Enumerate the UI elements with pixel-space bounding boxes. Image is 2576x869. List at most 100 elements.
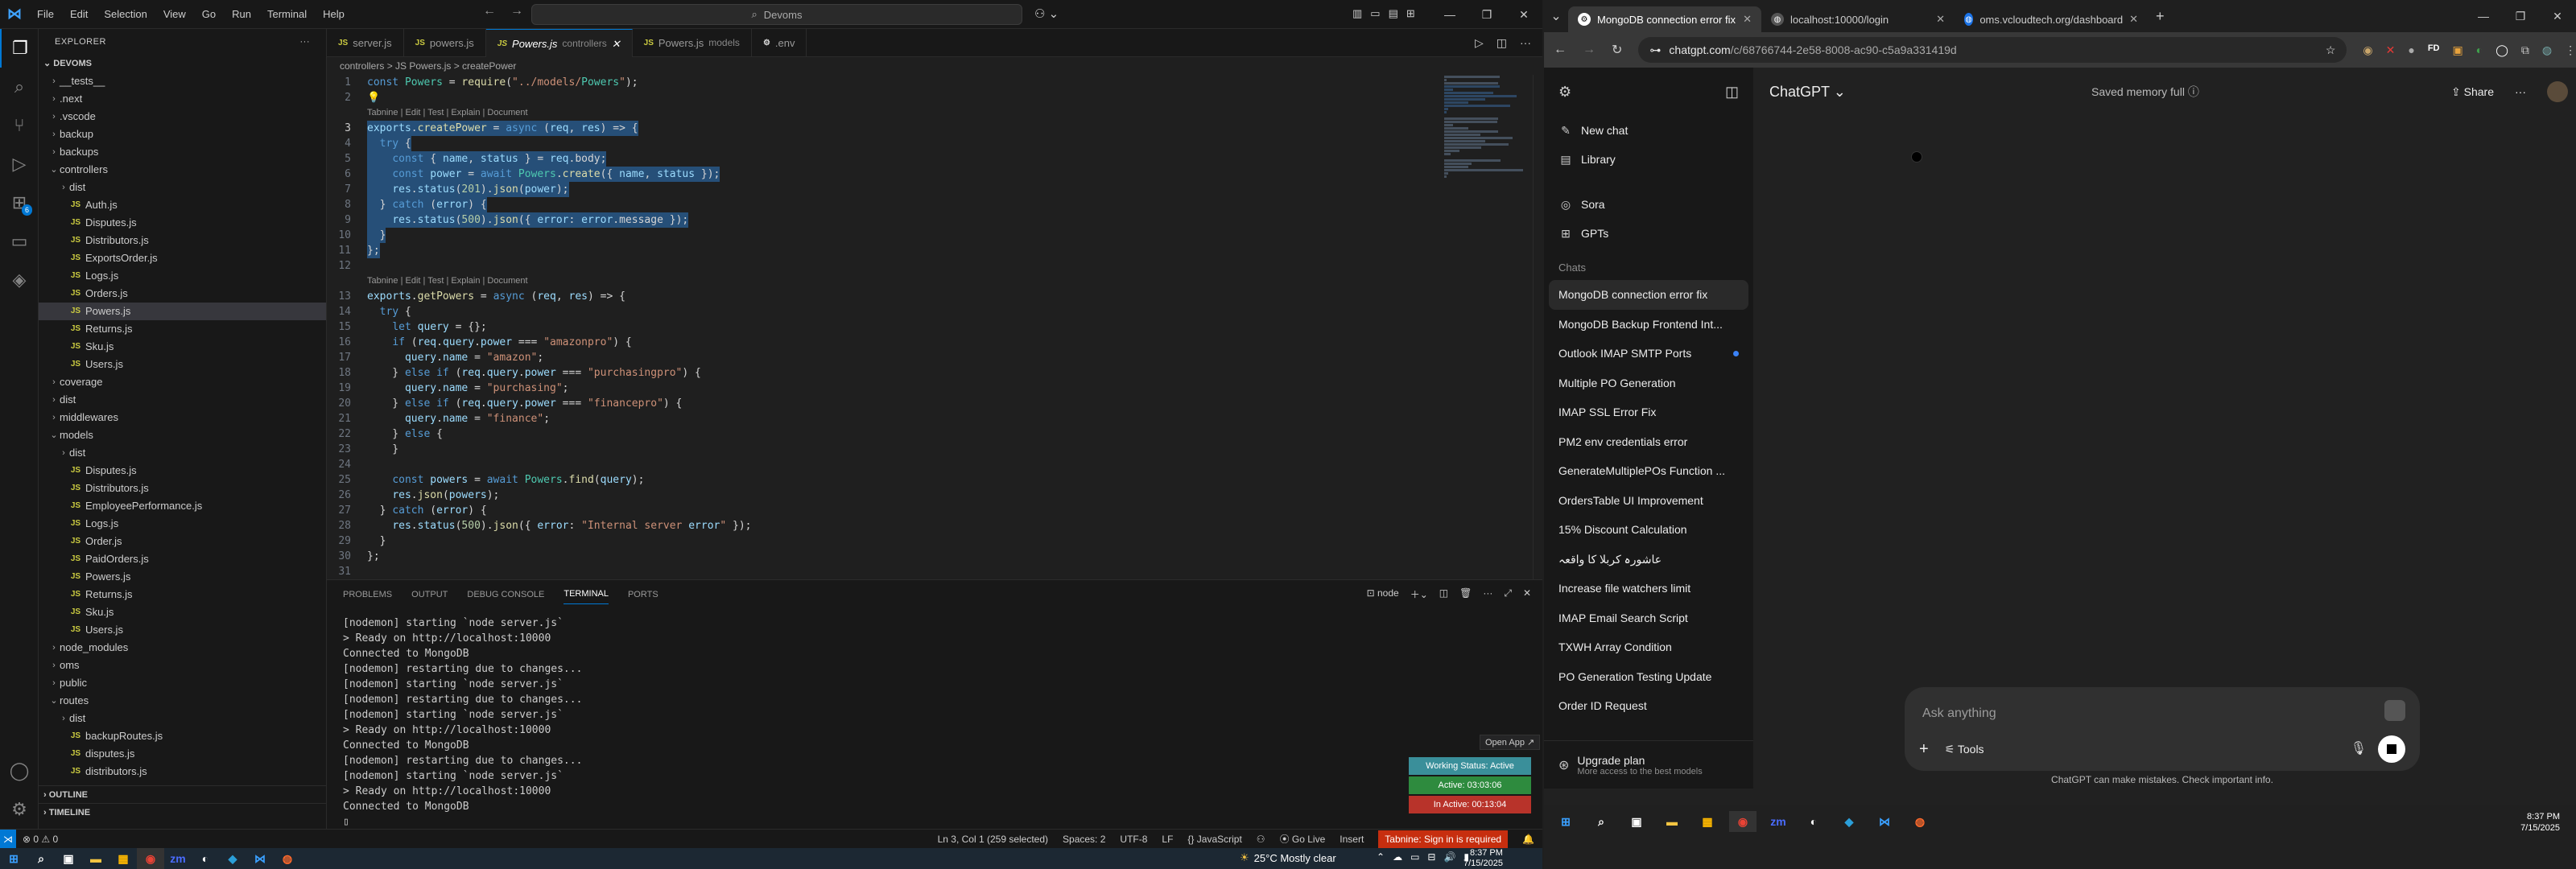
new-tab-button[interactable]: + bbox=[2148, 8, 2173, 25]
codelens[interactable]: Tabnine | Edit | Test | Explain | Docume… bbox=[327, 105, 1438, 121]
editor-tab[interactable]: JS Powers.js controllers ✕ bbox=[485, 29, 633, 58]
windows-start-icon[interactable]: ⊞ bbox=[0, 848, 27, 869]
maximize-panel-icon[interactable]: ⤢ bbox=[1504, 587, 1512, 601]
source-control-icon[interactable]: ⑂ bbox=[0, 106, 39, 145]
app-icon[interactable]: ◐ bbox=[1800, 811, 1827, 832]
chat-history-item[interactable]: عاشورہ کربلا کا واقعہ bbox=[1544, 545, 1753, 575]
folder-item[interactable]: › dist bbox=[39, 444, 326, 462]
panel-tab-problems[interactable]: PROBLEMS bbox=[343, 590, 392, 599]
attachment-preview-icon[interactable] bbox=[2384, 700, 2405, 721]
maximize-icon[interactable]: ❐ bbox=[2502, 10, 2539, 23]
extension-icon[interactable]: ◯ bbox=[2496, 43, 2508, 57]
sidebar-item-gpts[interactable]: ⊞ GPTs bbox=[1544, 219, 1753, 248]
tabnine-icon[interactable]: ◈ bbox=[0, 261, 39, 299]
app-icon-2[interactable]: ◆ bbox=[1835, 811, 1863, 832]
kill-terminal-icon[interactable]: 🗑 bbox=[1459, 587, 1472, 601]
command-center-search[interactable]: ⌕ Devoms bbox=[531, 4, 1022, 25]
chat-history-item[interactable]: GenerateMultiplePOs Function ... bbox=[1544, 456, 1753, 486]
encoding[interactable]: UTF-8 bbox=[1120, 834, 1147, 845]
search-icon[interactable]: ⌕ bbox=[27, 848, 55, 869]
close-icon[interactable]: ✕ bbox=[2539, 10, 2576, 23]
prompt-input[interactable]: Ask anything bbox=[1922, 706, 1996, 721]
folder-item[interactable]: › middlewares bbox=[39, 409, 326, 426]
close-tab-icon[interactable]: ✕ bbox=[612, 30, 621, 58]
file-item[interactable]: JS EmployeePerformance.js bbox=[39, 497, 326, 515]
toggle-secondary-sidebar-icon[interactable]: ▤ bbox=[1389, 7, 1398, 20]
folder-item[interactable]: › backups bbox=[39, 143, 326, 161]
file-explorer-icon[interactable]: ▬ bbox=[82, 848, 109, 869]
editor-tab[interactable]: JS server.js bbox=[327, 29, 404, 57]
vscode-taskbar-icon[interactable]: ⋈ bbox=[246, 848, 274, 869]
file-item[interactable]: JS Auth.js bbox=[39, 196, 326, 214]
vscode-taskbar-icon[interactable]: ⋈ bbox=[1871, 811, 1898, 832]
settings-gear-icon[interactable]: ⚙ bbox=[0, 790, 39, 829]
folder-item[interactable]: › .next bbox=[39, 90, 326, 108]
sidebar-item-library[interactable]: ▤ Library bbox=[1544, 145, 1753, 174]
notifications-icon[interactable]: 🔔 bbox=[1522, 834, 1534, 845]
search-icon[interactable]: ⌕ bbox=[0, 68, 39, 106]
code-editor[interactable]: 1 const Powers = require("../models/Power… bbox=[327, 75, 1438, 579]
openai-logo-icon[interactable]: ⚙ bbox=[1558, 84, 1571, 101]
chrome-icon[interactable]: ◉ bbox=[137, 848, 164, 869]
codelens-actions[interactable]: Tabnine | Edit | Test | Explain | Docume… bbox=[367, 274, 528, 289]
app-icon-2[interactable]: ◆ bbox=[219, 848, 246, 869]
more-icon[interactable]: ··· bbox=[1483, 587, 1492, 601]
taskbar-clock[interactable]: 8:37 PM 7/15/2025 bbox=[2520, 811, 2560, 834]
panel-tab-terminal[interactable]: TERMINAL bbox=[564, 589, 609, 604]
sidebar-item-sora[interactable]: ◎ Sora bbox=[1544, 190, 1753, 219]
close-icon[interactable]: ✕ bbox=[1505, 0, 1542, 29]
menu-view[interactable]: View bbox=[155, 8, 194, 20]
browser-tab[interactable]: ◍ localhost:10000/login ✕ bbox=[1761, 6, 1955, 32]
minimize-icon[interactable]: — bbox=[2465, 10, 2502, 23]
split-editor-icon[interactable]: ◫ bbox=[1496, 36, 1507, 50]
indentation[interactable]: Spaces: 2 bbox=[1063, 834, 1105, 845]
folder-item[interactable]: › dist bbox=[39, 391, 326, 409]
chat-history-item[interactable]: IMAP SSL Error Fix bbox=[1544, 397, 1753, 427]
browser-tab[interactable]: ⚙ MongoDB connection error fix ✕ bbox=[1568, 6, 1761, 32]
profile-avatar[interactable]: ◍ bbox=[2542, 43, 2552, 57]
bookmark-star-icon[interactable]: ☆ bbox=[2326, 43, 2336, 57]
editor-scrollbar[interactable] bbox=[1533, 75, 1542, 579]
close-tab-icon[interactable]: ✕ bbox=[1743, 13, 1752, 26]
menu-run[interactable]: Run bbox=[224, 8, 259, 20]
terminal-output[interactable]: [nodemon] starting `node server.js` > Rea… bbox=[343, 616, 582, 830]
copilot-status-icon[interactable]: ⚇ bbox=[1257, 834, 1265, 845]
tabnine-status[interactable]: Tabnine: Sign in is required bbox=[1378, 830, 1509, 848]
app-icon[interactable]: ◐ bbox=[192, 848, 219, 869]
taskbar-clock[interactable]: 8:37 PM 7/15/2025 bbox=[1463, 848, 1503, 869]
problems-count[interactable]: ⊗ 0 ⚠ 0 bbox=[23, 834, 58, 845]
file-item[interactable]: JS Powers.js bbox=[39, 568, 326, 586]
file-item[interactable]: JS Users.js bbox=[39, 621, 326, 639]
stop-generating-button[interactable] bbox=[2378, 735, 2405, 763]
run-debug-icon[interactable]: ▷ bbox=[0, 145, 39, 183]
file-item[interactable]: JS Orders.js bbox=[39, 285, 326, 303]
file-item[interactable]: JS backupRoutes.js bbox=[39, 727, 326, 745]
extension-icon[interactable]: ◐ bbox=[2476, 43, 2483, 57]
file-item[interactable]: JS Returns.js bbox=[39, 320, 326, 338]
language-mode[interactable]: {} JavaScript bbox=[1187, 834, 1241, 845]
eol[interactable]: LF bbox=[1162, 834, 1173, 845]
menu-terminal[interactable]: Terminal bbox=[259, 8, 315, 20]
breadcrumb[interactable]: controllers > JS Powers.js > createPower bbox=[327, 57, 1542, 75]
editor-tab[interactable]: JS Powers.js models bbox=[633, 29, 752, 57]
file-item[interactable]: JS Powers.js bbox=[39, 303, 326, 320]
codelens[interactable]: Tabnine | Edit | Test | Explain | Docume… bbox=[327, 274, 1438, 289]
extension-icon[interactable]: FD bbox=[2428, 43, 2440, 57]
maximize-icon[interactable]: ❐ bbox=[1468, 0, 1505, 29]
file-explorer-icon[interactable]: ▬ bbox=[1658, 811, 1686, 832]
chrome-icon[interactable]: ◉ bbox=[1729, 811, 1757, 832]
chat-history-item[interactable]: PO Generation Testing Update bbox=[1544, 662, 1753, 692]
remote-explorer-icon[interactable]: ▭ bbox=[0, 222, 39, 261]
chat-history-item[interactable]: Multiple PO Generation bbox=[1544, 369, 1753, 398]
folder-item[interactable]: › backup bbox=[39, 126, 326, 143]
extension-icon[interactable]: ✕ bbox=[2386, 43, 2396, 57]
more-actions-icon[interactable]: ··· bbox=[300, 29, 311, 55]
task-view-icon[interactable]: ▣ bbox=[55, 848, 82, 869]
folder-item[interactable]: › dist bbox=[39, 179, 326, 196]
close-sidebar-icon[interactable]: ◫ bbox=[1725, 84, 1739, 101]
account-icon[interactable]: ◯ bbox=[0, 752, 39, 790]
add-attachment-icon[interactable]: + bbox=[1919, 740, 1929, 759]
microphone-icon[interactable]: 🎙 bbox=[2351, 740, 2367, 756]
file-item[interactable]: JS Order.js bbox=[39, 533, 326, 550]
weather-widget[interactable]: ☀ 25°C Mostly clear bbox=[1240, 851, 1336, 864]
